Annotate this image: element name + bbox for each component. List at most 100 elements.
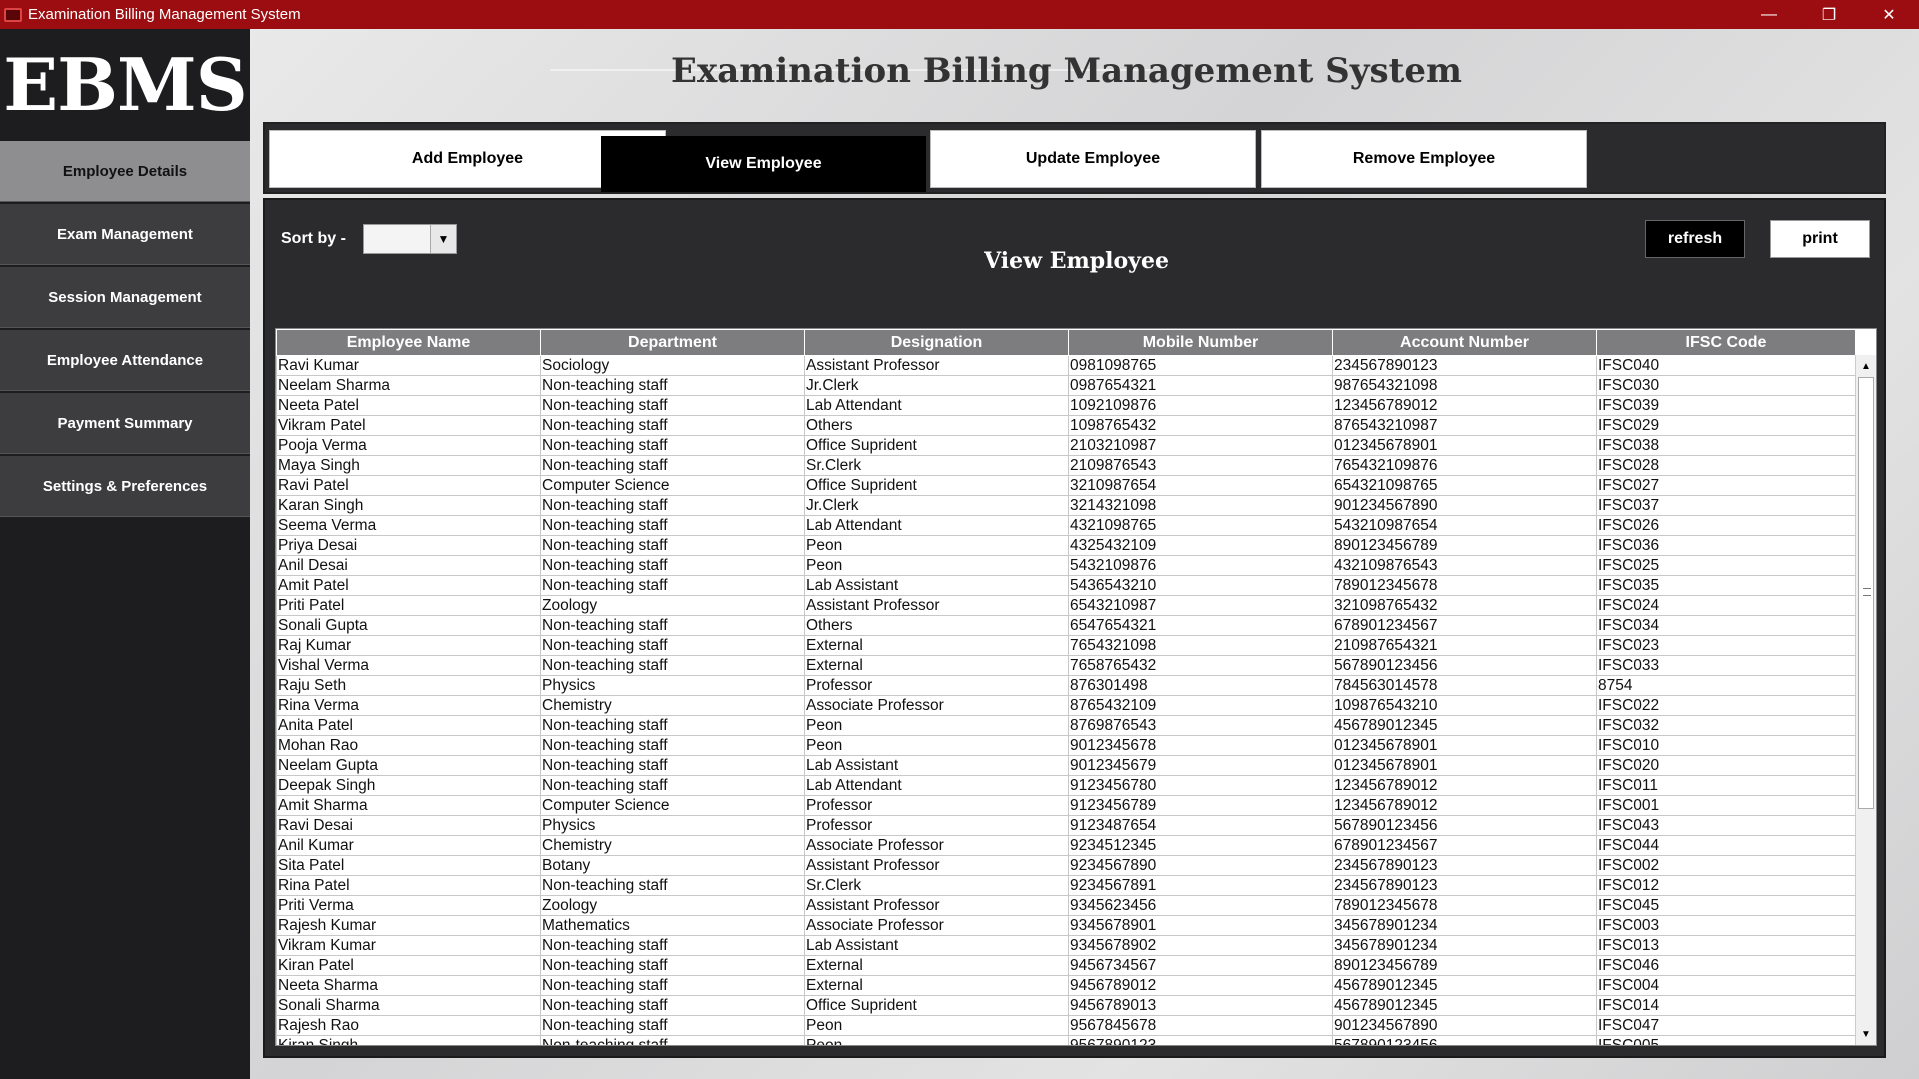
column-header-designation[interactable]: Designation — [804, 329, 1069, 356]
table-row[interactable]: Neeta Sharma Non-teaching staff External 94… — [276, 975, 1856, 996]
scroll-up-icon[interactable]: ▲ — [1856, 357, 1876, 375]
table-row[interactable]: Priti Verma Zoology Assistant Professor 934… — [276, 895, 1856, 916]
table-cell: IFSC030 — [1596, 375, 1856, 396]
table-cell: 890123456789 — [1332, 535, 1597, 556]
table-cell: 5436543210 — [1068, 575, 1333, 596]
table-cell: 6547654321 — [1068, 615, 1333, 636]
tab-update-employee[interactable]: Update Employee — [930, 130, 1256, 188]
column-header-department[interactable]: Department — [540, 329, 805, 356]
table-row[interactable]: Anita Patel Non-teaching staff Peon 8769876… — [276, 715, 1856, 736]
table-row[interactable]: Maya Singh Non-teaching staff Sr.Clerk 2109… — [276, 455, 1856, 476]
table-row[interactable]: Seema Verma Non-teaching staff Lab Attenda… — [276, 515, 1856, 536]
sidebar-item-payment-summary[interactable]: Payment Summary — [0, 393, 250, 454]
table-row[interactable]: Priya Desai Non-teaching staff Peon 4325432… — [276, 535, 1856, 556]
sidebar: EBMS Employee Details Exam Management Se… — [0, 29, 250, 1079]
table-row[interactable]: Mohan Rao Non-teaching staff Peon 901234567… — [276, 735, 1856, 756]
table-cell: 5432109876 — [1068, 555, 1333, 576]
table-row[interactable]: Ravi Desai Physics Professor 9123487654 5678… — [276, 815, 1856, 836]
table-cell: IFSC024 — [1596, 595, 1856, 616]
table-cell: 2109876543 — [1068, 455, 1333, 476]
table-row[interactable]: Raju Seth Physics Professor 876301498 784563… — [276, 675, 1856, 696]
column-header-employee-name[interactable]: Employee Name — [276, 329, 541, 356]
tab-view-employee[interactable]: View Employee — [601, 136, 926, 192]
table-cell: Assistant Professor — [804, 355, 1069, 376]
scroll-down-icon[interactable]: ▼ — [1856, 1025, 1876, 1043]
table-cell: Raju Seth — [276, 675, 541, 696]
table-cell: IFSC013 — [1596, 935, 1856, 956]
table-row[interactable]: Amit Sharma Computer Science Professor 9123… — [276, 795, 1856, 816]
table-cell: Sonali Gupta — [276, 615, 541, 636]
column-header-ifsc-code[interactable]: IFSC Code — [1596, 329, 1856, 356]
column-header-mobile-number[interactable]: Mobile Number — [1068, 329, 1333, 356]
table-row[interactable]: Deepak Singh Non-teaching staff Lab Attend… — [276, 775, 1856, 796]
sidebar-item-employee-attendance[interactable]: Employee Attendance — [0, 330, 250, 391]
table-row[interactable]: Rina Patel Non-teaching staff Sr.Clerk 9234… — [276, 875, 1856, 896]
tab-remove-employee[interactable]: Remove Employee — [1261, 130, 1587, 188]
table-cell: IFSC001 — [1596, 795, 1856, 816]
table-cell: Non-teaching staff — [540, 975, 805, 996]
table-row[interactable]: Vikram Kumar Non-teaching staff Lab Assist… — [276, 935, 1856, 956]
table-cell: Zoology — [540, 595, 805, 616]
table-cell: Non-teaching staff — [540, 515, 805, 536]
table-cell: Assistant Professor — [804, 595, 1069, 616]
table-row[interactable]: Amit Patel Non-teaching staff Lab Assistan… — [276, 575, 1856, 596]
table-cell: Sonali Sharma — [276, 995, 541, 1016]
table-cell: 6543210987 — [1068, 595, 1333, 616]
table-cell: Neeta Patel — [276, 395, 541, 416]
table-cell: 456789012345 — [1332, 995, 1597, 1016]
table-cell: 789012345678 — [1332, 895, 1597, 916]
table-row[interactable]: Rajesh Rao Non-teaching staff Peon 95678456… — [276, 1015, 1856, 1036]
table-cell: IFSC043 — [1596, 815, 1856, 836]
minimize-button[interactable]: — — [1739, 0, 1799, 29]
table-cell: Rajesh Kumar — [276, 915, 541, 936]
table-row[interactable]: Sita Patel Botany Assistant Professor 92345… — [276, 855, 1856, 876]
table-row[interactable]: Pooja Verma Non-teaching staff Office Supr… — [276, 435, 1856, 456]
scrollbar-thumb[interactable] — [1858, 377, 1874, 809]
table-row[interactable]: Ravi Patel Computer Science Office Supride… — [276, 475, 1856, 496]
table-cell: IFSC026 — [1596, 515, 1856, 536]
employee-table[interactable]: Employee Name Department Designation Mob… — [275, 328, 1877, 1046]
table-cell: 109876543210 — [1332, 695, 1597, 716]
table-cell: Lab Assistant — [804, 755, 1069, 776]
table-cell: 012345678901 — [1332, 735, 1597, 756]
table-header-row: Employee Name Department Designation Mob… — [276, 329, 1856, 356]
table-cell: Non-teaching staff — [540, 775, 805, 796]
vertical-scrollbar[interactable]: ▲ ▼ — [1855, 355, 1876, 1045]
table-row[interactable]: Vishal Verma Non-teaching staff External 76… — [276, 655, 1856, 676]
sidebar-item-session-management[interactable]: Session Management — [0, 267, 250, 328]
restore-button[interactable]: ❐ — [1799, 0, 1859, 29]
table-body: Ravi Kumar Sociology Assistant Professor 09… — [276, 355, 1856, 1045]
table-row[interactable]: Neeta Patel Non-teaching staff Lab Attenda… — [276, 395, 1856, 416]
table-row[interactable]: Anil Kumar Chemistry Associate Professor 92… — [276, 835, 1856, 856]
table-cell: 567890123456 — [1332, 655, 1597, 676]
table-cell: Peon — [804, 715, 1069, 736]
table-row[interactable]: Ravi Kumar Sociology Assistant Professor 09… — [276, 355, 1856, 376]
table-cell: Peon — [804, 735, 1069, 756]
column-header-account-number[interactable]: Account Number — [1332, 329, 1597, 356]
table-row[interactable]: Anil Desai Non-teaching staff Peon 54321098… — [276, 555, 1856, 576]
table-row[interactable]: Sonali Sharma Non-teaching staff Office Su… — [276, 995, 1856, 1016]
table-cell: Non-teaching staff — [540, 715, 805, 736]
close-button[interactable]: ✕ — [1859, 0, 1919, 29]
table-cell: Rina Patel — [276, 875, 541, 896]
table-cell: Ravi Desai — [276, 815, 541, 836]
table-row[interactable]: Karan Singh Non-teaching staff Jr.Clerk 321… — [276, 495, 1856, 516]
sidebar-item-exam-management[interactable]: Exam Management — [0, 204, 250, 265]
table-row[interactable]: Kiran Singh Non-teaching staff Peon 9567890… — [276, 1035, 1856, 1045]
sidebar-item-employee-details[interactable]: Employee Details — [0, 141, 250, 202]
table-row[interactable]: Sonali Gupta Non-teaching staff Others 6547… — [276, 615, 1856, 636]
table-cell: Peon — [804, 555, 1069, 576]
table-row[interactable]: Vikram Patel Non-teaching staff Others 1098… — [276, 415, 1856, 436]
table-cell: 7654321098 — [1068, 635, 1333, 656]
table-cell: Associate Professor — [804, 695, 1069, 716]
table-row[interactable]: Rajesh Kumar Mathematics Associate Profess… — [276, 915, 1856, 936]
table-row[interactable]: Kiran Patel Non-teaching staff External 945… — [276, 955, 1856, 976]
table-row[interactable]: Neelam Gupta Non-teaching staff Lab Assist… — [276, 755, 1856, 776]
sidebar-nav: Employee Details Exam Management Session… — [0, 141, 250, 519]
table-row[interactable]: Raj Kumar Non-teaching staff External 76543… — [276, 635, 1856, 656]
table-cell: Non-teaching staff — [540, 535, 805, 556]
table-row[interactable]: Rina Verma Chemistry Associate Professor 87… — [276, 695, 1856, 716]
sidebar-item-settings-preferences[interactable]: Settings & Preferences — [0, 456, 250, 517]
table-row[interactable]: Priti Patel Zoology Assistant Professor 654… — [276, 595, 1856, 616]
table-row[interactable]: Neelam Sharma Non-teaching staff Jr.Clerk 0… — [276, 375, 1856, 396]
